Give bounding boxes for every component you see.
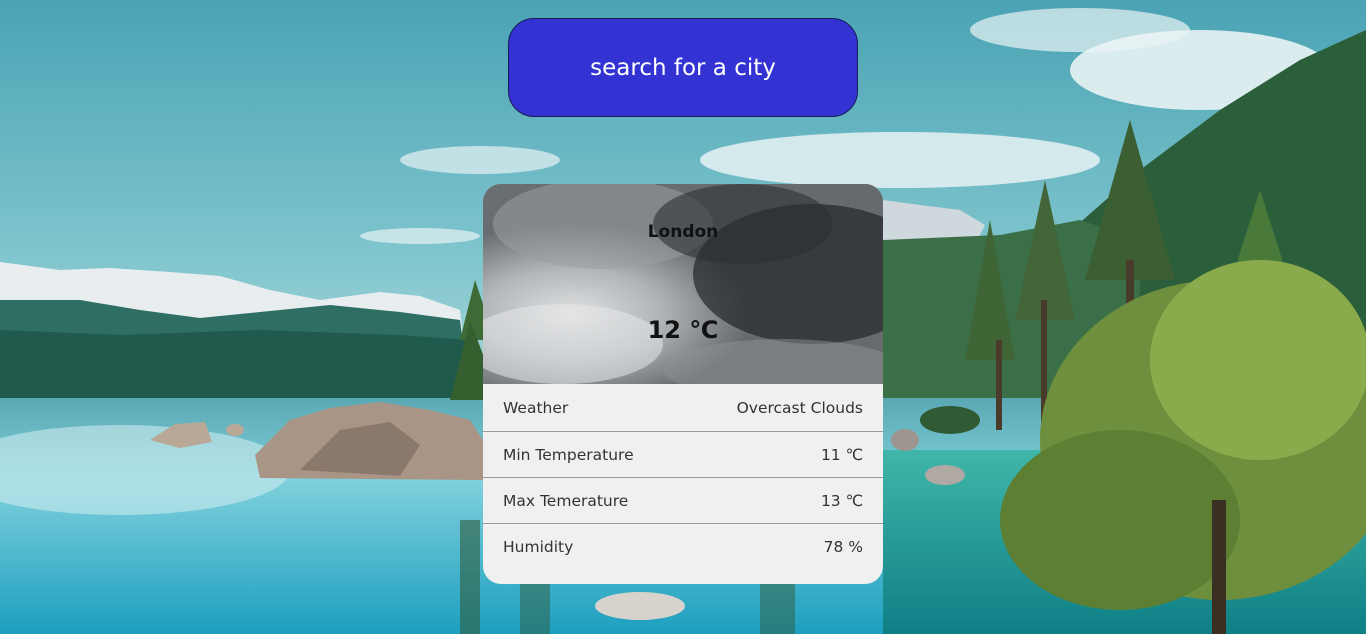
overcast-clouds-image — [483, 184, 883, 384]
detail-row-weather: Weather Overcast Clouds — [483, 384, 883, 431]
detail-row-min-temperature: Min Temperature 11 ℃ — [483, 431, 883, 477]
detail-label: Humidity — [503, 537, 574, 556]
detail-value: 78 % — [823, 537, 863, 556]
search-city-button[interactable]: search for a city — [508, 18, 858, 117]
detail-value: 13 ℃ — [820, 491, 863, 510]
weather-hero: London 12 ℃ — [483, 184, 883, 384]
detail-row-max-temperature: Max Temerature 13 ℃ — [483, 477, 883, 523]
detail-value: Overcast Clouds — [736, 398, 863, 417]
detail-row-humidity: Humidity 78 % — [483, 523, 883, 569]
detail-label: Min Temperature — [503, 445, 634, 464]
city-name: London — [647, 222, 719, 242]
detail-label: Weather — [503, 398, 569, 417]
weather-details: Weather Overcast Clouds Min Temperature … — [483, 384, 883, 569]
detail-value: 11 ℃ — [820, 445, 863, 464]
detail-label: Max Temerature — [503, 491, 629, 510]
weather-card: London 12 ℃ Weather Overcast Clouds Min … — [483, 184, 883, 584]
current-temperature: 12 ℃ — [647, 316, 719, 344]
